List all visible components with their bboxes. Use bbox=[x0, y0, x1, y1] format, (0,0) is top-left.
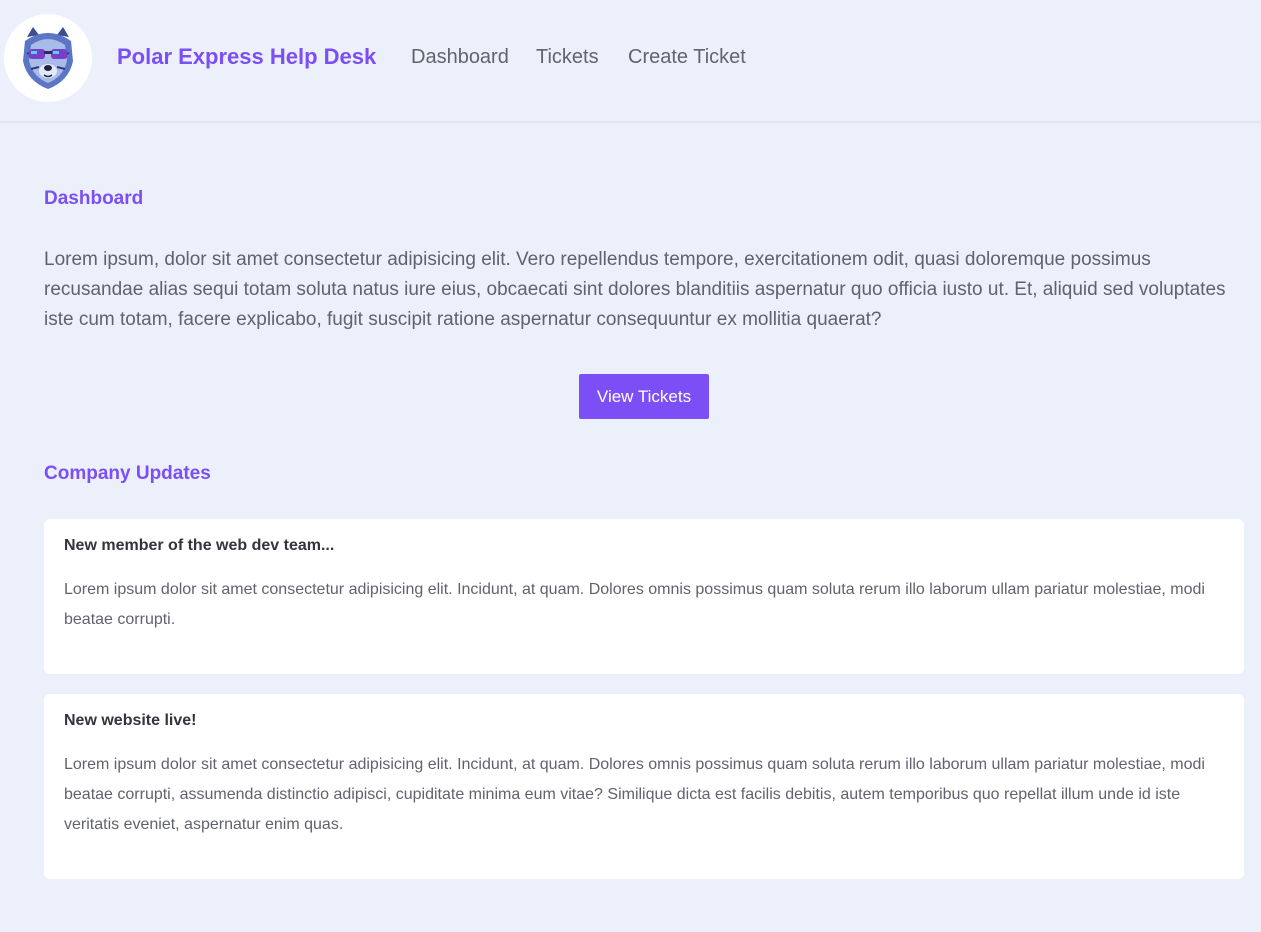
update-card: New website live! Lorem ipsum dolor sit … bbox=[44, 694, 1244, 879]
view-tickets-button[interactable]: View Tickets bbox=[579, 374, 709, 419]
nav-link-create-ticket[interactable]: Create Ticket bbox=[628, 46, 746, 69]
update-title: New member of the web dev team... bbox=[64, 537, 335, 554]
nav-link-dashboard[interactable]: Dashboard bbox=[411, 46, 509, 69]
brand-title[interactable]: Polar Express Help Desk bbox=[117, 44, 376, 70]
company-updates-heading: Company Updates bbox=[44, 463, 211, 484]
update-body: Lorem ipsum dolor sit amet consectetur a… bbox=[64, 581, 1205, 628]
dashboard-intro: Lorem ipsum, dolor sit amet consectetur … bbox=[44, 249, 1226, 330]
update-card: New member of the web dev team... Lorem … bbox=[44, 519, 1244, 674]
polar-bear-logo-icon[interactable] bbox=[4, 14, 92, 102]
update-body: Lorem ipsum dolor sit amet consectetur a… bbox=[64, 756, 1205, 833]
navbar: Polar Express Help Desk Dashboard Ticket… bbox=[0, 0, 1261, 123]
dashboard-heading: Dashboard bbox=[44, 188, 144, 209]
update-title: New website live! bbox=[64, 712, 197, 729]
nav-link-tickets[interactable]: Tickets bbox=[536, 46, 599, 69]
